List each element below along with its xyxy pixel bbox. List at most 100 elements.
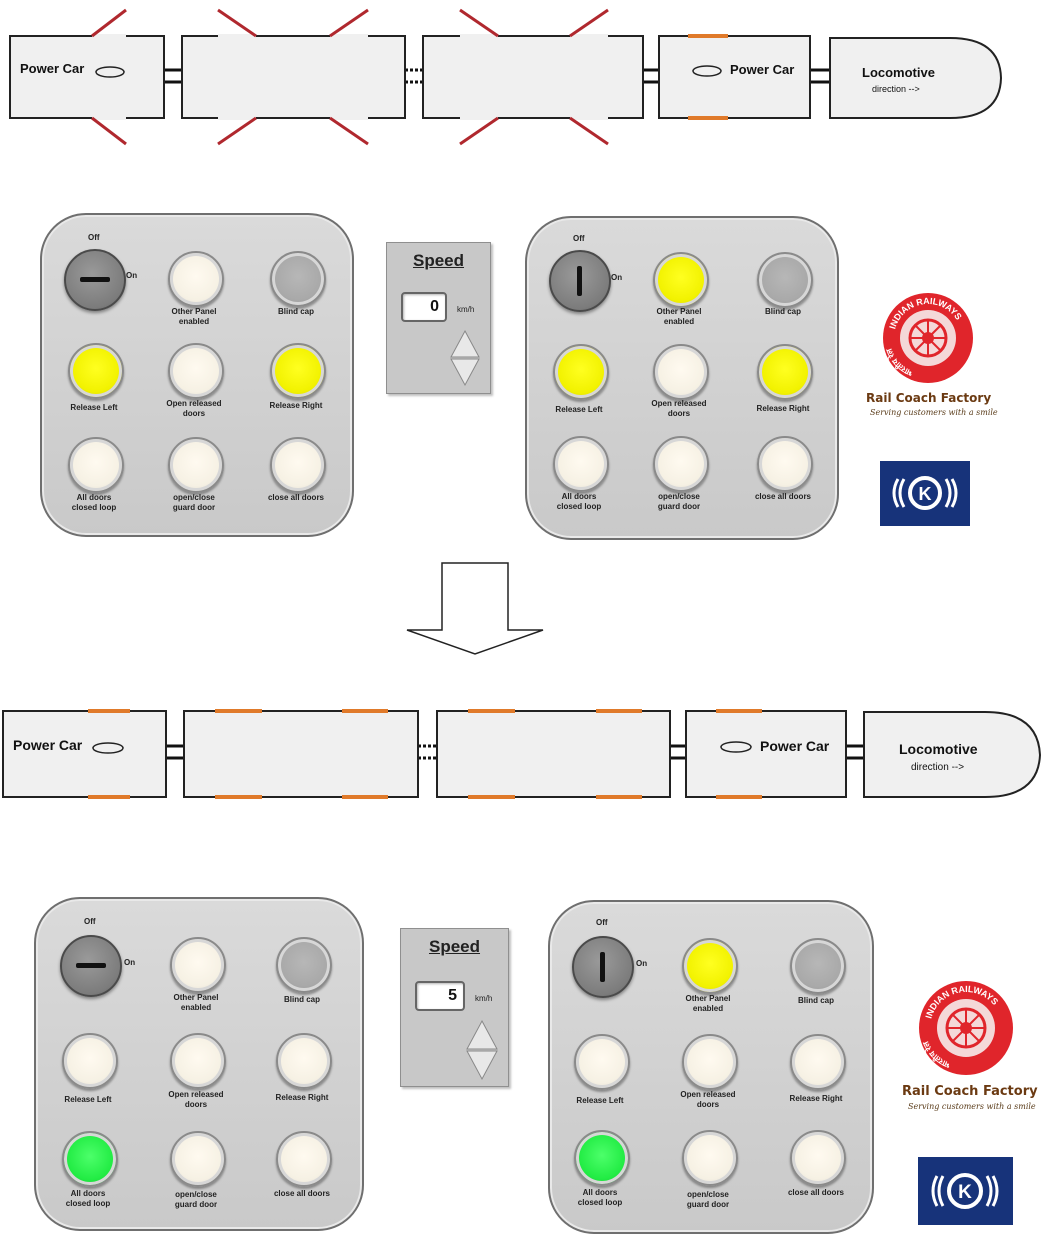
release-right-button[interactable] <box>790 1034 846 1090</box>
all-doors-closed-loop-button[interactable] <box>574 1130 630 1186</box>
indian-railways-logo: INDIAN RAILWAYS भारतीय रेल <box>883 293 973 383</box>
close-all-doors-button[interactable] <box>757 436 813 492</box>
coach-3 <box>422 35 644 119</box>
blind-cap-button[interactable] <box>790 938 846 994</box>
guard-door-button[interactable] <box>653 436 709 492</box>
key-switch[interactable] <box>549 250 611 312</box>
door-open <box>91 116 127 146</box>
speed-title: Speed <box>412 251 465 270</box>
train-diagram-before <box>9 8 1003 146</box>
control-panel-right: Off On Other Panel enabled Blind cap Rel… <box>548 900 874 1234</box>
button-label: Blind cap <box>277 307 314 316</box>
power-car-label: Power Car <box>13 737 83 753</box>
control-panel-left: Off On Other Panel enabled Blind cap Rel… <box>40 213 354 537</box>
release-right-button[interactable] <box>270 343 326 399</box>
button-label: close all doors <box>787 1188 845 1197</box>
release-left-button[interactable] <box>553 344 609 400</box>
button-label: close all doors <box>273 1189 331 1198</box>
other-panel-enabled-button[interactable] <box>170 937 226 993</box>
off-label: Off <box>88 233 100 242</box>
blind-cap-button[interactable] <box>757 252 813 308</box>
button-label: Release Right <box>789 1094 843 1103</box>
speed-title: Speed <box>428 937 481 956</box>
close-all-doors-button[interactable] <box>270 437 326 493</box>
button-label: close all doors <box>267 493 325 502</box>
button-label: Blind cap <box>797 996 834 1005</box>
open-released-doors-button[interactable] <box>682 1034 738 1090</box>
knorr-bremse-logo: K <box>918 1157 1013 1225</box>
coach-2 <box>181 35 406 119</box>
button-label: Release Right <box>269 401 323 410</box>
direction-label: direction --> <box>911 762 965 773</box>
button-label: Blind cap <box>764 307 801 316</box>
down-arrow-icon <box>466 1050 498 1081</box>
button-label: Open released doors <box>168 1090 224 1109</box>
speed-value[interactable]: 0 <box>401 292 447 322</box>
guard-door-button[interactable] <box>170 1131 226 1187</box>
guard-door-button[interactable] <box>168 437 224 493</box>
all-doors-closed-loop-button[interactable] <box>553 436 609 492</box>
release-left-button[interactable] <box>574 1034 630 1090</box>
all-doors-closed-loop-button[interactable] <box>62 1131 118 1187</box>
button-label: Open released doors <box>651 399 707 418</box>
button-label: All doors closed loop <box>65 1189 111 1208</box>
key-switch[interactable] <box>572 936 634 998</box>
rcf-tagline: Serving customers with a smile <box>870 408 998 417</box>
rcf-name: Rail Coach Factory <box>866 391 992 405</box>
button-label: Release Left <box>70 403 118 412</box>
svg-text:K: K <box>958 1182 972 1203</box>
indian-railways-logo: INDIAN RAILWAYS भारतीय रेल <box>919 981 1013 1075</box>
button-label: All doors closed loop <box>556 492 602 511</box>
speed-box: Speed 5 km/h <box>400 928 509 1087</box>
power-car-label: Power Car <box>760 738 830 754</box>
control-panel-left: Off On Other Panel enabled Blind cap Rel… <box>34 897 364 1231</box>
guard-door-button[interactable] <box>682 1130 738 1186</box>
key-switch[interactable] <box>64 249 126 311</box>
button-label: Other Panel enabled <box>173 993 219 1012</box>
blind-cap-button[interactable] <box>270 251 326 307</box>
button-label: All doors closed loop <box>577 1188 623 1207</box>
direction-label: direction --> <box>872 84 920 94</box>
button-label: Open released doors <box>166 399 222 418</box>
button-label: open/close guard door <box>172 493 216 512</box>
other-panel-enabled-button[interactable] <box>653 252 709 308</box>
other-panel-enabled-button[interactable] <box>682 938 738 994</box>
speed-spinner[interactable] <box>449 329 481 387</box>
release-left-button[interactable] <box>62 1033 118 1089</box>
release-right-button[interactable] <box>757 344 813 400</box>
power-car-label: Power Car <box>730 62 795 77</box>
rcf-name: Rail Coach Factory <box>902 1084 1038 1099</box>
power-car-rear <box>2 710 167 798</box>
button-label: open/close guard door <box>174 1190 218 1209</box>
speed-value[interactable]: 5 <box>415 981 465 1011</box>
power-car-rear <box>9 35 165 119</box>
all-doors-closed-loop-button[interactable] <box>68 437 124 493</box>
speed-spinner[interactable] <box>465 1019 499 1081</box>
close-all-doors-button[interactable] <box>790 1130 846 1186</box>
control-panel-right: Off On Other Panel enabled Blind cap Rel… <box>525 216 839 540</box>
other-panel-enabled-button[interactable] <box>168 251 224 307</box>
door-open <box>91 8 127 38</box>
on-label: On <box>124 958 136 967</box>
locomotive-label: Locomotive <box>899 741 978 757</box>
button-label: Blind cap <box>283 995 320 1004</box>
release-right-button[interactable] <box>276 1033 332 1089</box>
speed-unit: km/h <box>475 994 493 1003</box>
power-car-front <box>658 35 811 119</box>
power-car-front <box>685 710 847 798</box>
train-diagram-after <box>2 709 1042 799</box>
off-label: Off <box>596 918 608 927</box>
up-arrow-icon <box>466 1019 498 1050</box>
open-released-doors-button[interactable] <box>170 1033 226 1089</box>
close-all-doors-button[interactable] <box>276 1131 332 1187</box>
release-left-button[interactable] <box>68 343 124 399</box>
power-car-label: Power Car <box>20 61 85 76</box>
open-released-doors-button[interactable] <box>168 343 224 399</box>
button-label: Open released doors <box>680 1090 736 1109</box>
blind-cap-button[interactable] <box>276 937 332 993</box>
key-switch[interactable] <box>60 935 122 997</box>
open-released-doors-button[interactable] <box>653 344 709 400</box>
button-label: Release Right <box>275 1093 329 1102</box>
svg-text:K: K <box>919 484 932 504</box>
button-label: Other Panel enabled <box>656 307 702 326</box>
